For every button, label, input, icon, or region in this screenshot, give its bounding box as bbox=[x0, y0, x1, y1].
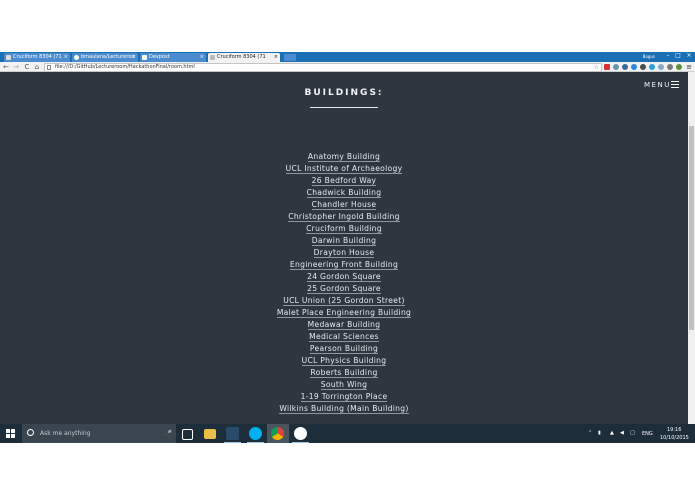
tab-label: Cruciform 8304 (71 bbox=[13, 54, 62, 60]
forward-icon[interactable]: → bbox=[12, 63, 20, 71]
list-item: 1-19 Torrington Place bbox=[0, 388, 688, 402]
list-item: 24 Gordon Square bbox=[0, 268, 688, 282]
list-item: Chadwick Building bbox=[0, 184, 688, 198]
notification-icon[interactable]: □ bbox=[630, 430, 635, 436]
clock-time[interactable]: 19:16 bbox=[667, 427, 681, 433]
windows-taskbar: Ask me anything 🎤 ⌃ ▮ ▲ ◀ □ ENG 19:16 10… bbox=[0, 424, 695, 443]
list-item: Malet Place Engineering Building bbox=[0, 304, 688, 318]
list-item: UCL Union (25 Gordon Street) bbox=[0, 292, 688, 306]
tab-close-icon[interactable]: × bbox=[274, 53, 278, 62]
extension-icon[interactable] bbox=[622, 64, 628, 70]
page-icon bbox=[6, 55, 11, 60]
extension-icon[interactable] bbox=[640, 64, 646, 70]
list-item: South Wing bbox=[0, 376, 688, 390]
steam-icon[interactable] bbox=[226, 427, 239, 440]
list-item: Anatomy Building bbox=[0, 148, 688, 162]
app-running-indicator bbox=[247, 442, 264, 443]
volume-icon[interactable]: ◀ bbox=[620, 430, 624, 436]
list-item: 26 Bedford Way bbox=[0, 172, 688, 186]
github-desktop-icon[interactable] bbox=[294, 427, 307, 440]
browser-window: Cruciform 8304 (71 × bmaulana/Lectureroo… bbox=[0, 52, 695, 443]
list-item: Darwin Building bbox=[0, 232, 688, 246]
wifi-icon[interactable]: ▲ bbox=[610, 430, 614, 436]
cortana-icon bbox=[27, 429, 34, 436]
extension-icon[interactable] bbox=[667, 64, 673, 70]
abp-extension-icon[interactable] bbox=[604, 64, 610, 70]
close-icon[interactable]: × bbox=[684, 52, 694, 60]
tab-close-icon[interactable]: × bbox=[64, 53, 68, 62]
tab-label: bmaulana/Lectureroo bbox=[81, 54, 135, 60]
chrome-taskbar-button[interactable] bbox=[267, 424, 289, 443]
microphone-icon[interactable]: 🎤 bbox=[165, 430, 172, 437]
tab-lectureroom-github[interactable]: bmaulana/Lectureroo × bbox=[72, 53, 138, 62]
list-item: Roberts Building bbox=[0, 364, 688, 378]
address-bar[interactable]: file:///D:/GitHub/Lectureroom/HackathonF… bbox=[44, 63, 602, 72]
task-view-icon[interactable] bbox=[182, 429, 193, 440]
app-running-indicator bbox=[292, 442, 309, 443]
tab-close-icon[interactable]: × bbox=[200, 53, 204, 62]
cortana-search-box[interactable]: Ask me anything 🎤 bbox=[22, 424, 176, 443]
tab-strip: Cruciform 8304 (71 × bmaulana/Lectureroo… bbox=[0, 52, 695, 62]
search-placeholder: Ask me anything bbox=[40, 430, 91, 437]
page-title: BUILDINGS: bbox=[304, 88, 384, 98]
page-content: MENU BUILDINGS: Anatomy Building UCL Ins… bbox=[0, 72, 688, 443]
browser-toolbar: ← → C ⌂ file:///D:/GitHub/Lectureroom/Ha… bbox=[0, 62, 695, 72]
list-item: 25 Gordon Square bbox=[0, 280, 688, 294]
page-scrollbar[interactable] bbox=[688, 72, 695, 443]
extension-icon[interactable] bbox=[631, 64, 637, 70]
windows-start-icon[interactable] bbox=[6, 429, 15, 438]
list-item: Medical Sciences bbox=[0, 328, 688, 342]
language-indicator[interactable]: ENG bbox=[642, 431, 653, 437]
devpost-icon bbox=[142, 55, 147, 60]
clock-date[interactable]: 10/10/2015 bbox=[660, 435, 689, 441]
browser-menu-icon[interactable]: ≡ bbox=[685, 63, 693, 71]
extension-icon[interactable] bbox=[676, 64, 682, 70]
list-item: UCL Physics Building bbox=[0, 352, 688, 366]
tab-label: Devpost bbox=[149, 54, 170, 60]
tab-cruciform-1[interactable]: Cruciform 8304 (71 × bbox=[4, 53, 70, 62]
scrollbar-thumb[interactable] bbox=[689, 126, 694, 330]
app-running-indicator bbox=[224, 442, 241, 443]
list-item: Drayton House bbox=[0, 244, 688, 258]
extension-icon[interactable] bbox=[649, 64, 655, 70]
building-link[interactable]: Wilkins Building (Main Building) bbox=[279, 404, 409, 414]
address-text: file:///D:/GitHub/Lectureroom/HackathonF… bbox=[55, 64, 195, 70]
list-item: Chandler House bbox=[0, 196, 688, 210]
list-item: Engineering Front Building bbox=[0, 256, 688, 270]
extension-icon[interactable] bbox=[658, 64, 664, 70]
window-user[interactable]: Bagus bbox=[643, 52, 655, 62]
list-item: Wilkins Building (Main Building) bbox=[0, 400, 688, 414]
file-explorer-icon[interactable] bbox=[204, 429, 216, 439]
tab-devpost[interactable]: Devpost × bbox=[140, 53, 206, 62]
list-item: Medawar Building bbox=[0, 316, 688, 330]
extension-icon[interactable] bbox=[613, 64, 619, 70]
minimize-icon[interactable]: – bbox=[663, 52, 673, 60]
list-item: Pearson Building bbox=[0, 340, 688, 354]
maximize-icon[interactable]: □ bbox=[673, 52, 683, 60]
tray-chevron-icon[interactable]: ⌃ bbox=[588, 430, 592, 436]
back-icon[interactable]: ← bbox=[2, 63, 10, 71]
chrome-icon bbox=[271, 427, 284, 440]
skype-icon[interactable] bbox=[249, 427, 262, 440]
github-icon bbox=[74, 55, 79, 60]
list-item: Cruciform Building bbox=[0, 220, 688, 234]
list-item: UCL Institute of Archaeology bbox=[0, 160, 688, 174]
page-icon bbox=[210, 55, 215, 60]
file-icon bbox=[47, 65, 51, 70]
tab-label: Cruciform 8304 (71 bbox=[217, 54, 266, 60]
home-icon[interactable]: ⌂ bbox=[33, 63, 41, 71]
title-divider bbox=[310, 107, 378, 108]
buildings-list: Anatomy Building UCL Institute of Archae… bbox=[0, 148, 688, 414]
tab-close-icon[interactable]: × bbox=[132, 53, 136, 62]
battery-icon[interactable]: ▮ bbox=[598, 430, 601, 436]
bookmark-star-icon[interactable]: ☆ bbox=[594, 64, 599, 71]
list-item: Christopher Ingold Building bbox=[0, 208, 688, 222]
new-tab-button[interactable] bbox=[284, 54, 296, 61]
reload-icon[interactable]: C bbox=[23, 63, 31, 71]
tab-cruciform-active[interactable]: Cruciform 8304 (71 × bbox=[208, 53, 280, 62]
